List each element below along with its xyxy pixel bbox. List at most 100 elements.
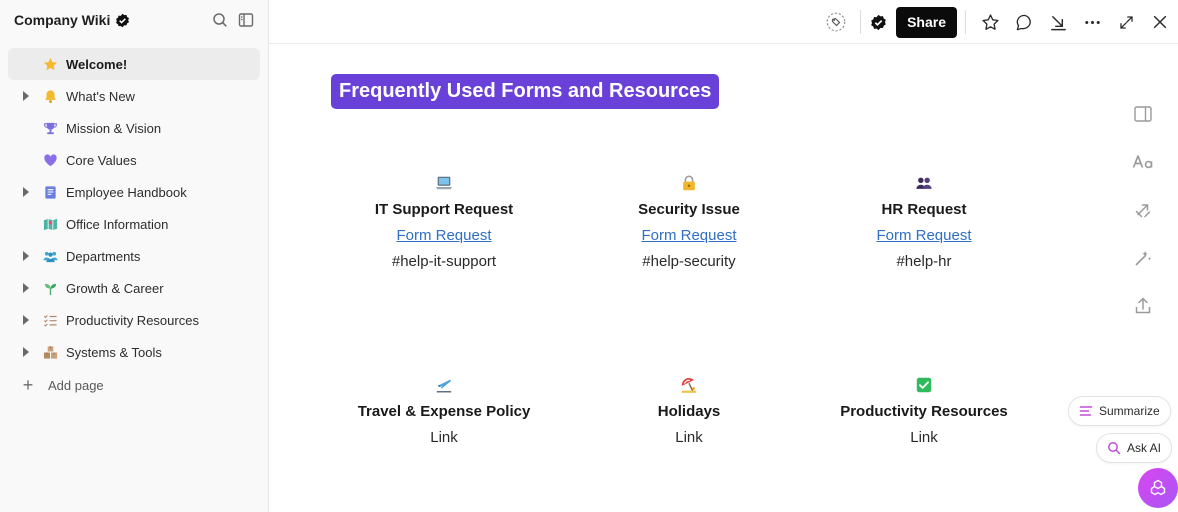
- ai-assistant-button[interactable]: [1138, 468, 1178, 508]
- sidebar-item-growth-career[interactable]: Growth & Career: [8, 272, 260, 304]
- sidebar-item-whats-new[interactable]: What's New: [8, 80, 260, 112]
- ai-search-icon: [1107, 441, 1121, 455]
- expand-caret-icon[interactable]: [23, 187, 29, 197]
- map-icon: [42, 216, 58, 232]
- tag-icon[interactable]: [826, 12, 846, 32]
- workspace-title[interactable]: Company Wiki: [14, 12, 110, 28]
- form-request-link[interactable]: Form Request: [794, 227, 1054, 244]
- sidebar-item-label: Welcome!: [66, 56, 128, 72]
- boxes-icon: [42, 344, 58, 360]
- text-format-icon[interactable]: [1132, 151, 1154, 173]
- sidebar-item-departments[interactable]: Departments: [8, 240, 260, 272]
- resource-link[interactable]: Link: [794, 429, 1054, 446]
- resource-card-travel-expense: Travel & Expense Policy Link: [314, 375, 574, 446]
- close-icon[interactable]: [1150, 12, 1170, 32]
- seedling-icon: [42, 280, 58, 296]
- airplane-icon: [314, 375, 574, 395]
- book-icon: [42, 184, 58, 200]
- sidebar-item-core-values[interactable]: Core Values: [8, 144, 260, 176]
- magic-wand-icon[interactable]: [1132, 247, 1154, 269]
- sidebar-item-label: Employee Handbook: [66, 184, 187, 200]
- sidebar-item-label: Office Information: [66, 216, 169, 232]
- toolbar-divider: [860, 10, 862, 34]
- card-title: HR Request: [881, 201, 967, 218]
- sidebar-toggle-icon[interactable]: [238, 12, 254, 28]
- card-title: Travel & Expense Policy: [357, 403, 531, 420]
- sidebar-item-productivity-resources[interactable]: Productivity Resources: [8, 304, 260, 336]
- resource-card-hr: HR Request Form Request #help-hr: [794, 173, 1054, 270]
- sidebar-item-label: Mission & Vision: [66, 120, 162, 136]
- summarize-label: Summarize: [1099, 404, 1160, 418]
- card-title: Productivity Resources: [840, 403, 1008, 420]
- check-box-icon: [794, 375, 1054, 395]
- ask-ai-button[interactable]: Ask AI: [1096, 433, 1173, 463]
- resource-link[interactable]: Link: [314, 429, 574, 446]
- verified-badge-icon[interactable]: [868, 12, 888, 32]
- lock-icon: [559, 173, 819, 193]
- add-page-label: Add page: [48, 377, 104, 393]
- card-title: IT Support Request: [374, 201, 514, 218]
- card-title: Security Issue: [638, 201, 740, 218]
- share-button[interactable]: Share: [896, 6, 957, 38]
- sidebar-nav: Welcome! What's New Mission & Vision Cor…: [0, 40, 268, 402]
- beach-umbrella-icon: [559, 375, 819, 395]
- export-icon[interactable]: [1132, 295, 1154, 317]
- search-icon[interactable]: [212, 12, 228, 28]
- people-icon: [42, 248, 58, 264]
- resource-card-it-support: IT Support Request Form Request #help-it…: [314, 173, 574, 270]
- side-panel-icon[interactable]: [1132, 103, 1154, 125]
- comment-icon[interactable]: [1014, 12, 1034, 32]
- bell-icon: [42, 88, 58, 104]
- sidebar-item-label: Core Values: [66, 152, 137, 168]
- sidebar-item-office-information[interactable]: Office Information: [8, 208, 260, 240]
- sidebar-item-label: Departments: [66, 248, 141, 264]
- resource-card-security: Security Issue Form Request #help-securi…: [559, 173, 819, 270]
- laptop-icon: [314, 173, 574, 193]
- expand-icon[interactable]: [1116, 12, 1136, 32]
- resource-card-productivity: Productivity Resources Link: [794, 375, 1054, 446]
- top-bar: Share: [269, 0, 1178, 44]
- sidebar: Company Wiki Welcome! What's New Mission…: [0, 0, 269, 512]
- ask-ai-label: Ask AI: [1127, 441, 1162, 455]
- resource-link[interactable]: Link: [559, 429, 819, 446]
- expand-caret-icon[interactable]: [23, 251, 29, 261]
- expand-caret-icon[interactable]: [23, 283, 29, 293]
- card-title: Holidays: [657, 403, 721, 420]
- sidebar-header: Company Wiki: [0, 0, 268, 40]
- page-heading: Frequently Used Forms and Resources: [331, 74, 720, 109]
- form-request-link[interactable]: Form Request: [314, 227, 574, 244]
- slack-channel: #help-hr: [896, 253, 952, 270]
- verified-badge-icon: [115, 13, 130, 28]
- sidebar-item-label: What's New: [66, 88, 135, 104]
- sidebar-item-label: Growth & Career: [66, 280, 164, 296]
- heart-icon: [42, 152, 58, 168]
- star-icon: [42, 56, 58, 72]
- sidebar-item-employee-handbook[interactable]: Employee Handbook: [8, 176, 260, 208]
- sidebar-item-label: Productivity Resources: [66, 312, 199, 328]
- expand-caret-icon[interactable]: [23, 347, 29, 357]
- checklist-icon: [42, 312, 58, 328]
- slack-channel: #help-it-support: [391, 253, 497, 270]
- form-request-link[interactable]: Form Request: [559, 227, 819, 244]
- top-bar-actions: Share: [826, 0, 1178, 44]
- sidebar-item-systems-tools[interactable]: Systems & Tools: [8, 336, 260, 368]
- plus-icon: +: [22, 375, 34, 395]
- sidebar-item-mission-vision[interactable]: Mission & Vision: [8, 112, 260, 144]
- summarize-button[interactable]: Summarize: [1068, 396, 1171, 426]
- expand-caret-icon[interactable]: [23, 91, 29, 101]
- add-page-button[interactable]: + Add page: [8, 368, 260, 402]
- toolbar-divider: [965, 10, 966, 34]
- slack-channel: #help-security: [642, 253, 736, 270]
- ai-brain-icon: [1148, 478, 1168, 498]
- trophy-icon: [42, 120, 58, 136]
- resource-card-holidays: Holidays Link: [559, 375, 819, 446]
- expand-caret-icon[interactable]: [23, 315, 29, 325]
- sidebar-item-label: Systems & Tools: [66, 344, 162, 360]
- sync-arrows-icon[interactable]: [1132, 199, 1154, 221]
- people-icon: [794, 173, 1054, 193]
- sidebar-item-welcome[interactable]: Welcome!: [8, 48, 260, 80]
- more-options-icon[interactable]: [1082, 12, 1102, 32]
- download-icon[interactable]: [1048, 12, 1068, 32]
- star-outline-icon[interactable]: [980, 12, 1000, 32]
- summarize-lines-icon: [1079, 404, 1093, 418]
